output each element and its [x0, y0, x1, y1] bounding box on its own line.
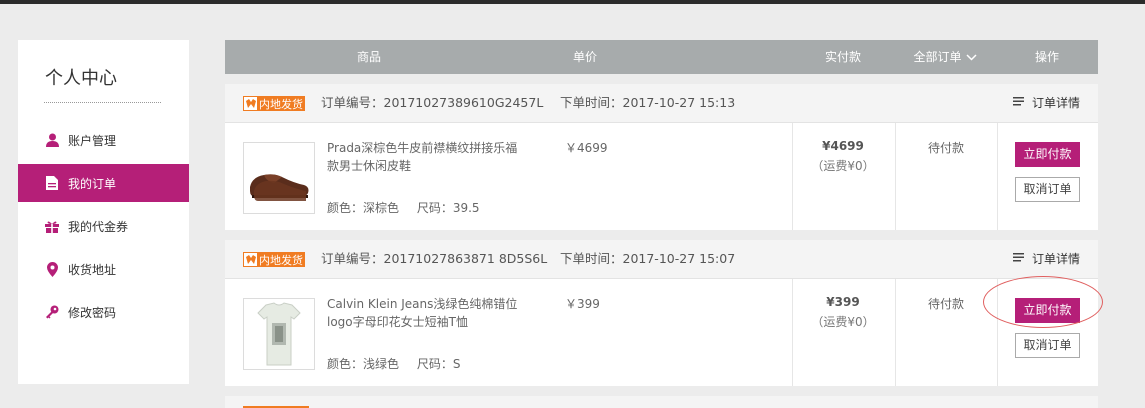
order-time: 下单时间：2017-10-27 15:07: [560, 251, 736, 266]
order-number: 订单编号：20171027389610G2457L: [321, 95, 544, 110]
product-spec: 颜色：浅绿色 尺码：S: [327, 355, 474, 372]
product-color: 颜色：浅绿色: [327, 357, 400, 371]
product-spec: 颜色：深棕色 尺码：39.5: [327, 199, 494, 216]
top-bar: [0, 0, 1145, 4]
order-card-partial: [225, 396, 1098, 408]
sidebar-item-label: 我的代金券: [68, 219, 129, 234]
order-header: 内地发货 订单编号：20171027863871 8D5S6L 下单时间：201…: [225, 240, 1098, 279]
paid-amount-cell: ¥399 （运费¥0）: [792, 295, 894, 330]
sidebar-divider: [44, 102, 161, 103]
order-detail-label: 订单详情: [1032, 96, 1081, 110]
shipping-badge: 内地发货: [243, 96, 305, 111]
column-divider: [997, 123, 998, 230]
pay-now-button[interactable]: 立即付款: [1015, 142, 1080, 167]
cancel-order-button[interactable]: 取消订单: [1015, 177, 1080, 202]
sidebar-title: 个人中心: [45, 68, 117, 89]
order-detail-link[interactable]: 订单详情: [1013, 240, 1080, 278]
product-thumbnail[interactable]: [243, 142, 315, 214]
brand-logo-icon: [244, 97, 257, 110]
cancel-order-button[interactable]: 取消订单: [1015, 333, 1080, 358]
order-time: 下单时间：2017-10-27 15:13: [560, 95, 736, 110]
key-icon: [45, 305, 59, 319]
shoe-image: [250, 174, 309, 201]
sidebar: 个人中心 账户管理 我的订单 我的代金券 收货地址 修改密码: [18, 40, 189, 384]
header-product: 商品: [356, 50, 381, 64]
product-size: 尺码：S: [416, 357, 461, 371]
tshirt-image: [257, 302, 301, 366]
header-unit-price: 单价: [572, 50, 597, 64]
order-detail-link[interactable]: 订单详情: [1013, 84, 1080, 122]
order-card: 内地发货 订单编号：20171027389610G2457L 下单时间：2017…: [225, 84, 1098, 230]
order-header: 内地发货 订单编号：20171027389610G2457L 下单时间：2017…: [225, 84, 1098, 123]
document-icon: [45, 176, 59, 190]
order-card: 内地发货 订单编号：20171027863871 8D5S6L 下单时间：201…: [225, 240, 1098, 386]
order-detail-label: 订单详情: [1032, 252, 1081, 266]
brand-logo-icon: [244, 253, 257, 266]
header-paid: 实付款: [824, 50, 861, 64]
location-pin-icon: [45, 261, 59, 277]
shipping-fee: （运费¥0）: [811, 159, 875, 173]
sidebar-item-vouchers[interactable]: 我的代金券: [18, 207, 189, 245]
paid-amount: ¥4699: [822, 139, 864, 153]
shipping-badge-label: 内地发货: [259, 97, 303, 111]
list-icon: [1013, 84, 1024, 122]
order-status: 待付款: [927, 297, 964, 311]
shipping-badge: 内地发货: [243, 252, 305, 267]
paid-amount-cell: ¥4699 （运费¥0）: [792, 139, 894, 174]
gift-icon: [45, 219, 59, 233]
sidebar-item-address[interactable]: 收货地址: [18, 250, 189, 288]
sidebar-item-account[interactable]: 账户管理: [18, 121, 189, 159]
sidebar-item-orders[interactable]: 我的订单: [18, 164, 189, 202]
product-color: 颜色：深棕色: [327, 201, 400, 215]
unit-price: ￥4699: [565, 141, 608, 155]
order-table-header: 商品 单价 实付款 全部订单 操作: [225, 40, 1098, 74]
header-action: 操作: [1034, 50, 1059, 64]
order-number: 订单编号：20171027863871 8D5S6L: [321, 251, 548, 266]
paid-amount: ¥399: [826, 295, 860, 309]
chevron-down-icon: [965, 53, 977, 61]
order-status: 待付款: [927, 141, 964, 155]
all-orders-label: 全部订单: [913, 50, 962, 64]
sidebar-item-label: 我的订单: [68, 176, 117, 191]
shipping-fee: （运费¥0）: [811, 315, 875, 329]
sidebar-item-password[interactable]: 修改密码: [18, 293, 189, 331]
all-orders-filter[interactable]: 全部订单: [905, 40, 985, 74]
shipping-badge-label: 内地发货: [259, 253, 303, 267]
sidebar-item-label: 修改密码: [68, 305, 117, 320]
sidebar-item-label: 账户管理: [68, 133, 117, 148]
sidebar-item-label: 收货地址: [68, 262, 117, 277]
order-body: Calvin Klein Jeans浅绿色纯棉错位logo字母印花女士短袖T恤 …: [225, 279, 1098, 386]
product-size: 尺码：39.5: [416, 201, 480, 215]
highlight-annotation: [983, 276, 1103, 328]
product-name[interactable]: Prada深棕色牛皮前襟横纹拼接乐福款男士休闲皮鞋: [327, 139, 527, 175]
product-thumbnail[interactable]: [243, 298, 315, 370]
product-name[interactable]: Calvin Klein Jeans浅绿色纯棉错位logo字母印花女士短袖T恤: [327, 295, 527, 331]
user-icon: [45, 133, 59, 147]
order-body: Prada深棕色牛皮前襟横纹拼接乐福款男士休闲皮鞋 颜色：深棕色 尺码：39.5…: [225, 123, 1098, 230]
list-icon: [1013, 240, 1024, 278]
unit-price: ￥399: [565, 297, 600, 311]
